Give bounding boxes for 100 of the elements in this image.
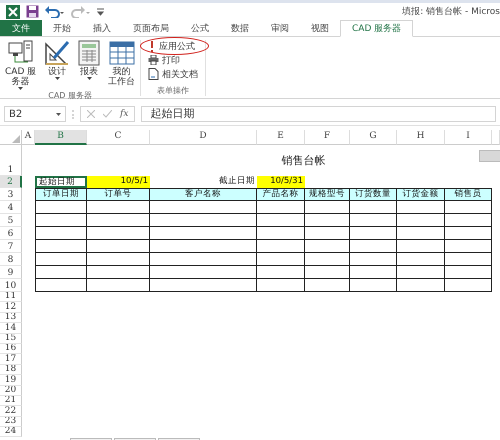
- spreadsheet-app-icon[interactable]: [6, 4, 20, 18]
- column-header[interactable]: E: [257, 130, 305, 145]
- row-header[interactable]: 3: [0, 188, 22, 201]
- column-header[interactable]: D: [150, 130, 257, 145]
- row-header[interactable]: 24: [0, 427, 22, 438]
- row-header[interactable]: 23: [0, 416, 22, 428]
- ribbon-button[interactable]: 应用公式: [144, 40, 200, 52]
- table-cell[interactable]: [257, 214, 305, 227]
- column-header[interactable]: F: [305, 130, 350, 145]
- table-cell[interactable]: [150, 253, 257, 266]
- table-cell[interactable]: [35, 253, 87, 266]
- ribbon-button[interactable]: 打印: [144, 54, 184, 66]
- table-cell[interactable]: [87, 227, 150, 240]
- table-cell[interactable]: [350, 266, 397, 279]
- row-header[interactable]: 20: [0, 386, 22, 396]
- table-cell[interactable]: [150, 266, 257, 279]
- customize-toolbar-icon[interactable]: [97, 8, 104, 16]
- table-cell[interactable]: [305, 214, 350, 227]
- ribbon-button[interactable]: 设计: [42, 40, 72, 90]
- table-cell[interactable]: [150, 279, 257, 292]
- table-cell[interactable]: [350, 227, 397, 240]
- table-cell[interactable]: [87, 279, 150, 292]
- ribbon-tab[interactable]: 视图: [300, 20, 340, 36]
- row-header[interactable]: 14: [0, 323, 22, 334]
- ribbon-button[interactable]: 我的 工作台: [106, 40, 138, 90]
- table-cell[interactable]: [350, 214, 397, 227]
- column-header[interactable]: I: [445, 130, 492, 145]
- table-cell[interactable]: [397, 279, 445, 292]
- table-cell[interactable]: [35, 214, 87, 227]
- row-header[interactable]: 12: [0, 302, 22, 313]
- table-cell[interactable]: [445, 201, 492, 214]
- ribbon-button[interactable]: 相关文档: [144, 68, 202, 80]
- table-cell[interactable]: [305, 240, 350, 253]
- table-cell[interactable]: [397, 253, 445, 266]
- ribbon-button[interactable]: 报表: [76, 40, 102, 90]
- table-cell[interactable]: [257, 253, 305, 266]
- table-cell[interactable]: [87, 201, 150, 214]
- row-header[interactable]: 19: [0, 375, 22, 386]
- table-cell[interactable]: [87, 253, 150, 266]
- table-cell[interactable]: [397, 214, 445, 227]
- row-header[interactable]: 5: [0, 214, 22, 227]
- ribbon-tab[interactable]: 开始: [42, 20, 82, 36]
- table-cell[interactable]: [445, 214, 492, 227]
- table-cell[interactable]: [35, 240, 87, 253]
- ribbon-tab[interactable]: 插入: [82, 20, 122, 36]
- table-cell[interactable]: [305, 201, 350, 214]
- table-cell[interactable]: [445, 253, 492, 266]
- table-cell[interactable]: [35, 201, 87, 214]
- more-handle-icon[interactable]: [72, 110, 74, 118]
- table-cell[interactable]: [350, 240, 397, 253]
- table-cell[interactable]: [87, 266, 150, 279]
- table-cell[interactable]: [397, 266, 445, 279]
- table-cell[interactable]: [257, 279, 305, 292]
- column-header[interactable]: B: [35, 130, 87, 145]
- table-cell[interactable]: [150, 240, 257, 253]
- column-header[interactable]: H: [397, 130, 445, 145]
- row-header[interactable]: 2: [0, 176, 22, 188]
- column-header[interactable]: G: [350, 130, 397, 145]
- column-header[interactable]: C: [87, 130, 150, 145]
- table-cell[interactable]: [87, 240, 150, 253]
- date-cell[interactable]: 10/5/31: [257, 176, 305, 188]
- table-cell[interactable]: [305, 266, 350, 279]
- undo-icon[interactable]: [45, 6, 65, 18]
- table-cell[interactable]: [150, 214, 257, 227]
- ribbon-tab[interactable]: 数据: [220, 20, 260, 36]
- row-header[interactable]: 16: [0, 344, 22, 354]
- ribbon-tab[interactable]: 文件: [0, 20, 42, 36]
- table-cell[interactable]: [35, 279, 87, 292]
- table-cell[interactable]: [445, 279, 492, 292]
- table-cell[interactable]: [445, 227, 492, 240]
- row-header[interactable]: 6: [0, 227, 22, 240]
- checkmark-icon[interactable]: [103, 110, 112, 118]
- ribbon-tab[interactable]: 审阅: [260, 20, 300, 36]
- table-cell[interactable]: [257, 201, 305, 214]
- table-cell[interactable]: [445, 266, 492, 279]
- ribbon-tab[interactable]: 页面布局: [122, 20, 180, 36]
- table-cell[interactable]: [35, 227, 87, 240]
- row-header[interactable]: 9: [0, 266, 22, 279]
- insert-function-button[interactable]: fx: [120, 109, 128, 119]
- row-header[interactable]: 17: [0, 354, 22, 365]
- table-cell[interactable]: [257, 266, 305, 279]
- row-header[interactable]: 7: [0, 240, 22, 253]
- label-cell[interactable]: 截止日期: [150, 176, 257, 188]
- ribbon-button[interactable]: CAD 服 务器: [3, 40, 38, 90]
- row-header[interactable]: 15: [0, 334, 22, 344]
- ribbon-tab[interactable]: 公式: [180, 20, 220, 36]
- ribbon-tab[interactable]: CAD 服务器: [340, 20, 414, 37]
- row-header[interactable]: 18: [0, 364, 22, 376]
- table-cell[interactable]: [150, 201, 257, 214]
- row-header[interactable]: 10: [0, 279, 22, 292]
- row-header[interactable]: 21: [0, 396, 22, 406]
- table-cell[interactable]: [35, 266, 87, 279]
- table-cell[interactable]: [350, 201, 397, 214]
- row-header[interactable]: 8: [0, 253, 22, 266]
- table-cell[interactable]: [445, 240, 492, 253]
- table-cell[interactable]: [305, 227, 350, 240]
- row-header[interactable]: 4: [0, 201, 22, 214]
- table-cell[interactable]: [350, 279, 397, 292]
- table-cell[interactable]: [87, 214, 150, 227]
- row-header[interactable]: 13: [0, 312, 22, 324]
